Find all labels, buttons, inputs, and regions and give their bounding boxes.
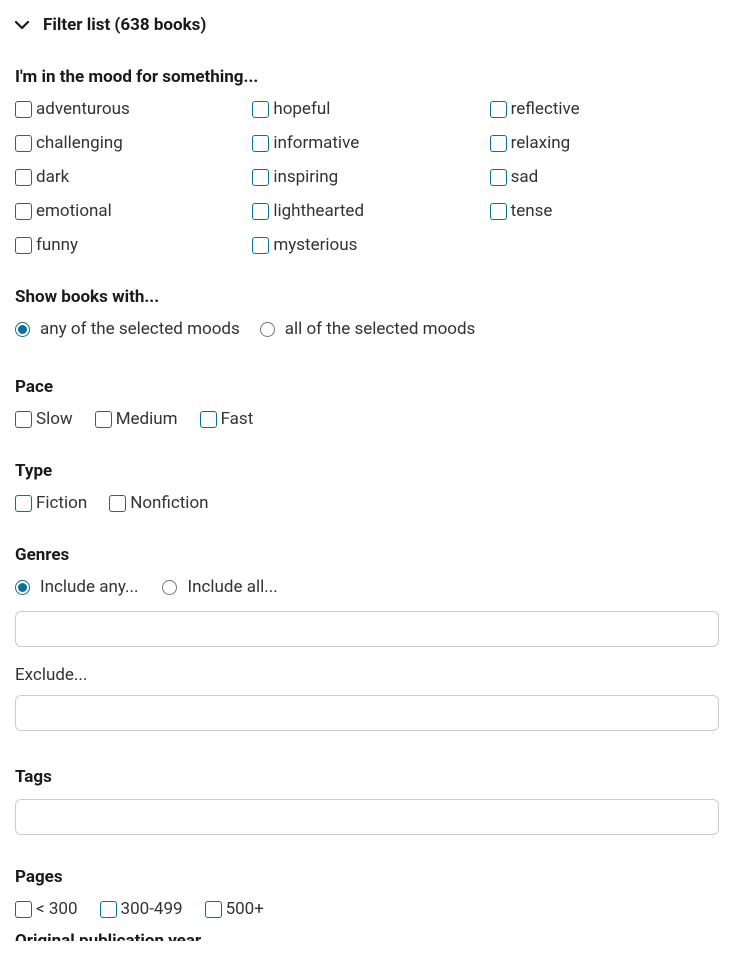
- mood-label: funny: [36, 235, 78, 255]
- type-heading: Type: [15, 461, 719, 481]
- mood-option-relaxing[interactable]: relaxing: [490, 133, 719, 153]
- pages-option-300-499[interactable]: 300-499: [100, 899, 183, 919]
- mood-label: hopeful: [273, 99, 330, 119]
- pages-option-lt300[interactable]: < 300: [15, 899, 78, 919]
- mood-label: lighthearted: [273, 201, 364, 221]
- genres-exclude-label: Exclude...: [15, 665, 719, 685]
- mood-checkbox[interactable]: [490, 203, 507, 220]
- mood-option-tense[interactable]: tense: [490, 201, 719, 221]
- mood-checkbox[interactable]: [252, 203, 269, 220]
- show-books-radio-group: any of the selected moods all of the sel…: [15, 319, 719, 339]
- genres-radio-group: Include any... Include all...: [15, 577, 719, 597]
- genres-include-input[interactable]: [15, 611, 719, 647]
- mood-checkbox[interactable]: [490, 135, 507, 152]
- genres-any-label: Include any...: [40, 577, 138, 597]
- mood-label: dark: [36, 167, 69, 187]
- genres-include-any[interactable]: Include any...: [15, 577, 138, 597]
- mood-option-sad[interactable]: sad: [490, 167, 719, 187]
- mood-label: informative: [273, 133, 359, 153]
- mood-label: emotional: [36, 201, 112, 221]
- show-books-heading: Show books with...: [15, 287, 719, 307]
- mood-option-challenging[interactable]: challenging: [15, 133, 244, 153]
- type-checkbox[interactable]: [15, 495, 32, 512]
- pace-label: Slow: [36, 409, 73, 429]
- mood-option-lighthearted[interactable]: lighthearted: [252, 201, 481, 221]
- type-options: Fiction Nonfiction: [15, 493, 719, 513]
- mood-option-emotional[interactable]: emotional: [15, 201, 244, 221]
- pace-checkbox[interactable]: [15, 411, 32, 428]
- type-checkbox[interactable]: [109, 495, 126, 512]
- mood-checkbox[interactable]: [490, 169, 507, 186]
- mood-label: sad: [511, 167, 539, 187]
- mood-checkbox[interactable]: [252, 135, 269, 152]
- genres-all-radio[interactable]: [162, 580, 177, 595]
- mood-checkbox[interactable]: [15, 101, 32, 118]
- genres-exclude-input[interactable]: [15, 695, 719, 731]
- tags-heading: Tags: [15, 767, 719, 787]
- pages-heading: Pages: [15, 867, 719, 887]
- mood-heading: I'm in the mood for something...: [15, 67, 719, 87]
- pages-label: < 300: [36, 899, 78, 919]
- mood-label: relaxing: [511, 133, 571, 153]
- mood-checkbox[interactable]: [15, 135, 32, 152]
- mood-option-mysterious[interactable]: mysterious: [252, 235, 481, 255]
- pace-option-fast[interactable]: Fast: [200, 409, 254, 429]
- mood-checkbox[interactable]: [252, 101, 269, 118]
- pace-label: Medium: [116, 409, 178, 429]
- filter-list-title: Filter list (638 books): [43, 15, 206, 35]
- mood-label: reflective: [511, 99, 580, 119]
- tags-input[interactable]: [15, 799, 719, 835]
- show-books-any-label: any of the selected moods: [40, 319, 240, 339]
- genres-include-all[interactable]: Include all...: [162, 577, 277, 597]
- genres-heading: Genres: [15, 545, 719, 565]
- mood-checkbox[interactable]: [15, 203, 32, 220]
- mood-option-reflective[interactable]: reflective: [490, 99, 719, 119]
- pages-options: < 300 300-499 500+: [15, 899, 719, 919]
- show-books-any[interactable]: any of the selected moods: [15, 319, 240, 339]
- pages-checkbox[interactable]: [205, 901, 222, 918]
- show-books-all[interactable]: all of the selected moods: [260, 319, 476, 339]
- mood-option-funny[interactable]: funny: [15, 235, 244, 255]
- publication-heading-partial: Original publication year: [15, 931, 719, 941]
- show-books-all-label: all of the selected moods: [285, 319, 476, 339]
- mood-label: inspiring: [273, 167, 338, 187]
- type-option-nonfiction[interactable]: Nonfiction: [109, 493, 208, 513]
- pace-heading: Pace: [15, 377, 719, 397]
- mood-checkbox[interactable]: [252, 237, 269, 254]
- pace-option-medium[interactable]: Medium: [95, 409, 178, 429]
- genres-any-radio[interactable]: [15, 580, 30, 595]
- pages-checkbox[interactable]: [100, 901, 117, 918]
- mood-option-dark[interactable]: dark: [15, 167, 244, 187]
- mood-option-adventurous[interactable]: adventurous: [15, 99, 244, 119]
- pace-checkbox[interactable]: [200, 411, 217, 428]
- show-books-any-radio[interactable]: [15, 322, 30, 337]
- type-option-fiction[interactable]: Fiction: [15, 493, 87, 513]
- pace-option-slow[interactable]: Slow: [15, 409, 73, 429]
- show-books-all-radio[interactable]: [260, 322, 275, 337]
- pace-options: Slow Medium Fast: [15, 409, 719, 429]
- pages-option-500plus[interactable]: 500+: [205, 899, 264, 919]
- mood-option-inspiring[interactable]: inspiring: [252, 167, 481, 187]
- type-label: Nonfiction: [130, 493, 208, 513]
- pages-checkbox[interactable]: [15, 901, 32, 918]
- mood-checkbox[interactable]: [15, 169, 32, 186]
- pace-checkbox[interactable]: [95, 411, 112, 428]
- mood-option-informative[interactable]: informative: [252, 133, 481, 153]
- mood-grid: adventurous challenging dark emotional f…: [15, 99, 719, 255]
- mood-option-hopeful[interactable]: hopeful: [252, 99, 481, 119]
- chevron-down-icon: [15, 21, 29, 30]
- pace-label: Fast: [221, 409, 254, 429]
- filter-list-toggle[interactable]: Filter list (638 books): [15, 15, 719, 35]
- mood-checkbox[interactable]: [15, 237, 32, 254]
- mood-checkbox[interactable]: [252, 169, 269, 186]
- type-label: Fiction: [36, 493, 87, 513]
- pages-label: 300-499: [121, 899, 183, 919]
- mood-checkbox[interactable]: [490, 101, 507, 118]
- mood-label: tense: [511, 201, 553, 221]
- pages-label: 500+: [226, 899, 264, 919]
- mood-label: adventurous: [36, 99, 130, 119]
- genres-all-label: Include all...: [187, 577, 277, 597]
- mood-label: mysterious: [273, 235, 357, 255]
- mood-label: challenging: [36, 133, 123, 153]
